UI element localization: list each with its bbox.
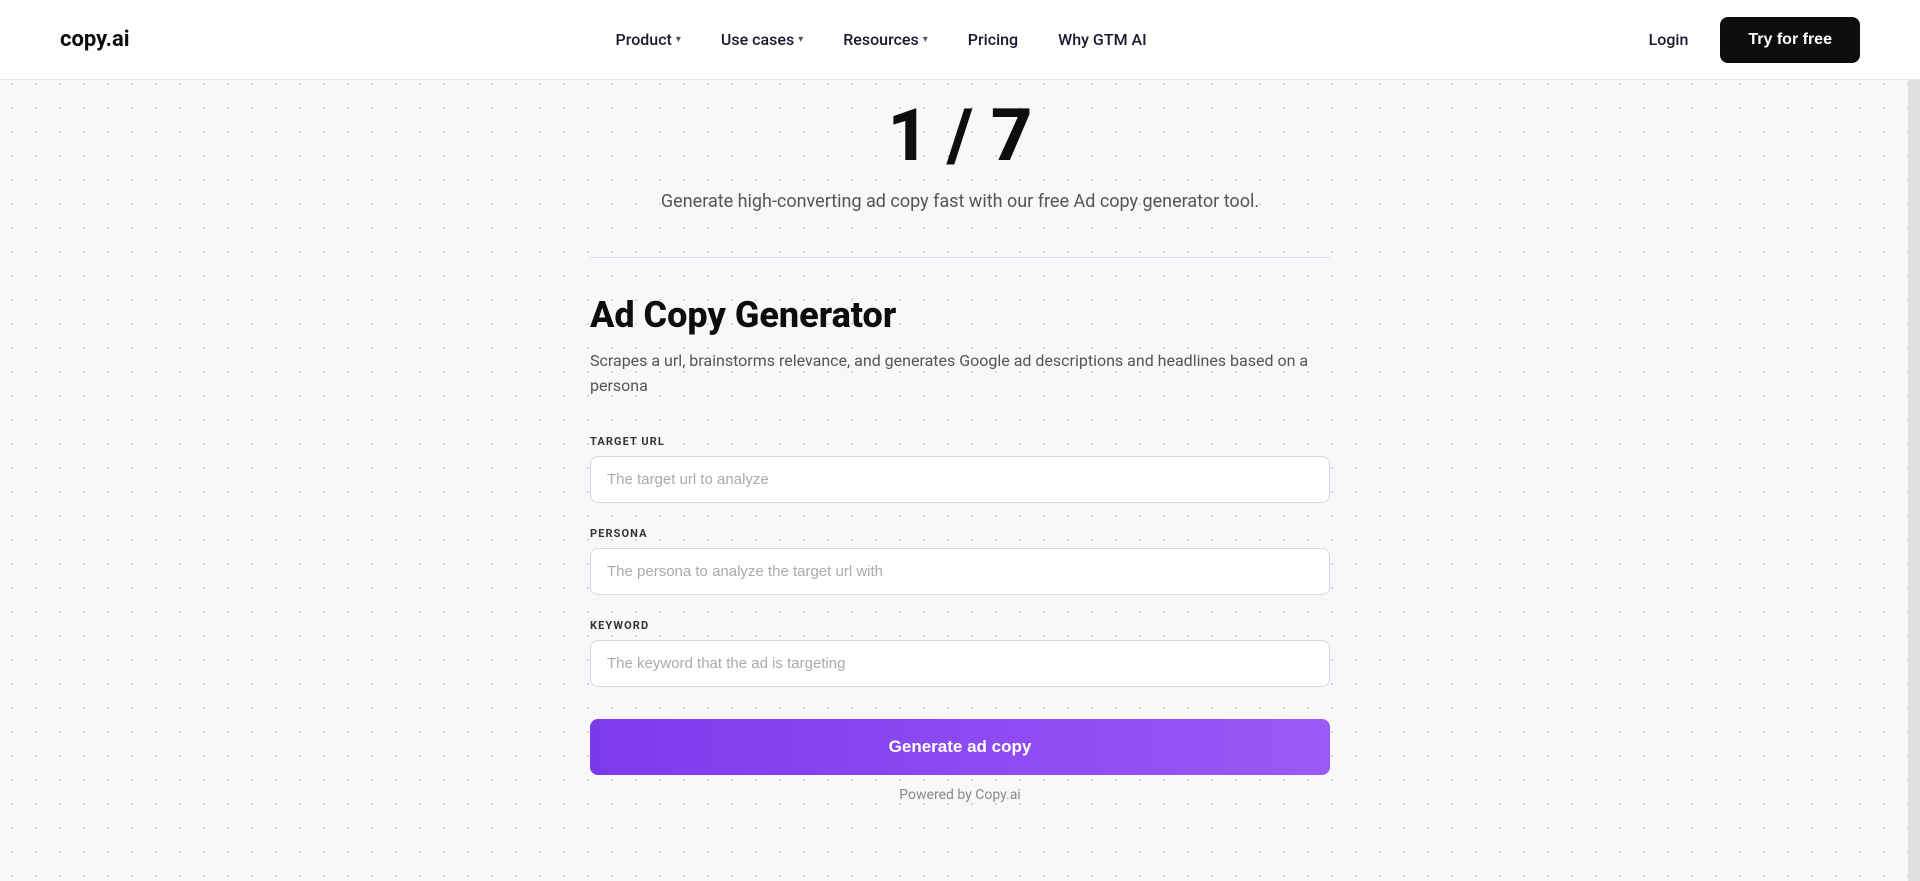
nav-item-usecases[interactable]: Use cases ▾ [705, 22, 819, 57]
nav-item-pricing[interactable]: Pricing [952, 22, 1034, 57]
nav-item-product-label: Product [616, 30, 672, 49]
persona-label: PERSONA [590, 527, 1330, 540]
chevron-down-icon: ▾ [798, 34, 803, 45]
form-group-keyword: KEYWORD [590, 619, 1330, 687]
hero-numbers: 1 / 7 [20, 100, 1900, 172]
persona-input[interactable] [590, 548, 1330, 595]
target-url-label: TARGET URL [590, 435, 1330, 448]
form-group-target-url: TARGET URL [590, 435, 1330, 503]
chevron-down-icon: ▾ [676, 34, 681, 45]
logo[interactable]: copy.ai [60, 27, 130, 52]
tool-description: Scrapes a url, brainstorms relevance, an… [590, 348, 1330, 399]
ad-copy-form: TARGET URL PERSONA KEYWORD Generate ad c… [590, 435, 1330, 803]
chevron-down-icon: ▾ [923, 34, 928, 45]
try-for-free-button[interactable]: Try for free [1720, 17, 1860, 63]
section-divider [590, 257, 1330, 258]
navbar: copy.ai Product ▾ Use cases ▾ Resources … [0, 0, 1920, 80]
hero-subtitle: Generate high-converting ad copy fast wi… [650, 188, 1270, 217]
nav-item-why-gtm-label: Why GTM AI [1058, 30, 1147, 49]
nav-item-pricing-label: Pricing [968, 30, 1018, 49]
scrollbar[interactable] [1908, 0, 1920, 881]
nav-right: Login Try for free [1633, 17, 1860, 63]
hero-section: 1 / 7 Generate high-converting ad copy f… [0, 80, 1920, 217]
generate-button[interactable]: Generate ad copy [590, 719, 1330, 775]
nav-item-product[interactable]: Product ▾ [600, 22, 697, 57]
login-link[interactable]: Login [1633, 22, 1705, 57]
nav-item-why-gtm[interactable]: Why GTM AI [1042, 22, 1163, 57]
form-group-persona: PERSONA [590, 527, 1330, 595]
nav-center: Product ▾ Use cases ▾ Resources ▾ Pricin… [600, 22, 1163, 57]
powered-by-text: Powered by Copy.ai [590, 787, 1330, 803]
target-url-input[interactable] [590, 456, 1330, 503]
keyword-label: KEYWORD [590, 619, 1330, 632]
keyword-input[interactable] [590, 640, 1330, 687]
logo-text: copy.ai [60, 27, 130, 52]
tool-title: Ad Copy Generator [590, 294, 1330, 336]
nav-item-usecases-label: Use cases [721, 30, 794, 49]
nav-item-resources-label: Resources [843, 30, 919, 49]
nav-item-resources[interactable]: Resources ▾ [827, 22, 944, 57]
main-content: Ad Copy Generator Scrapes a url, brainst… [570, 257, 1350, 843]
